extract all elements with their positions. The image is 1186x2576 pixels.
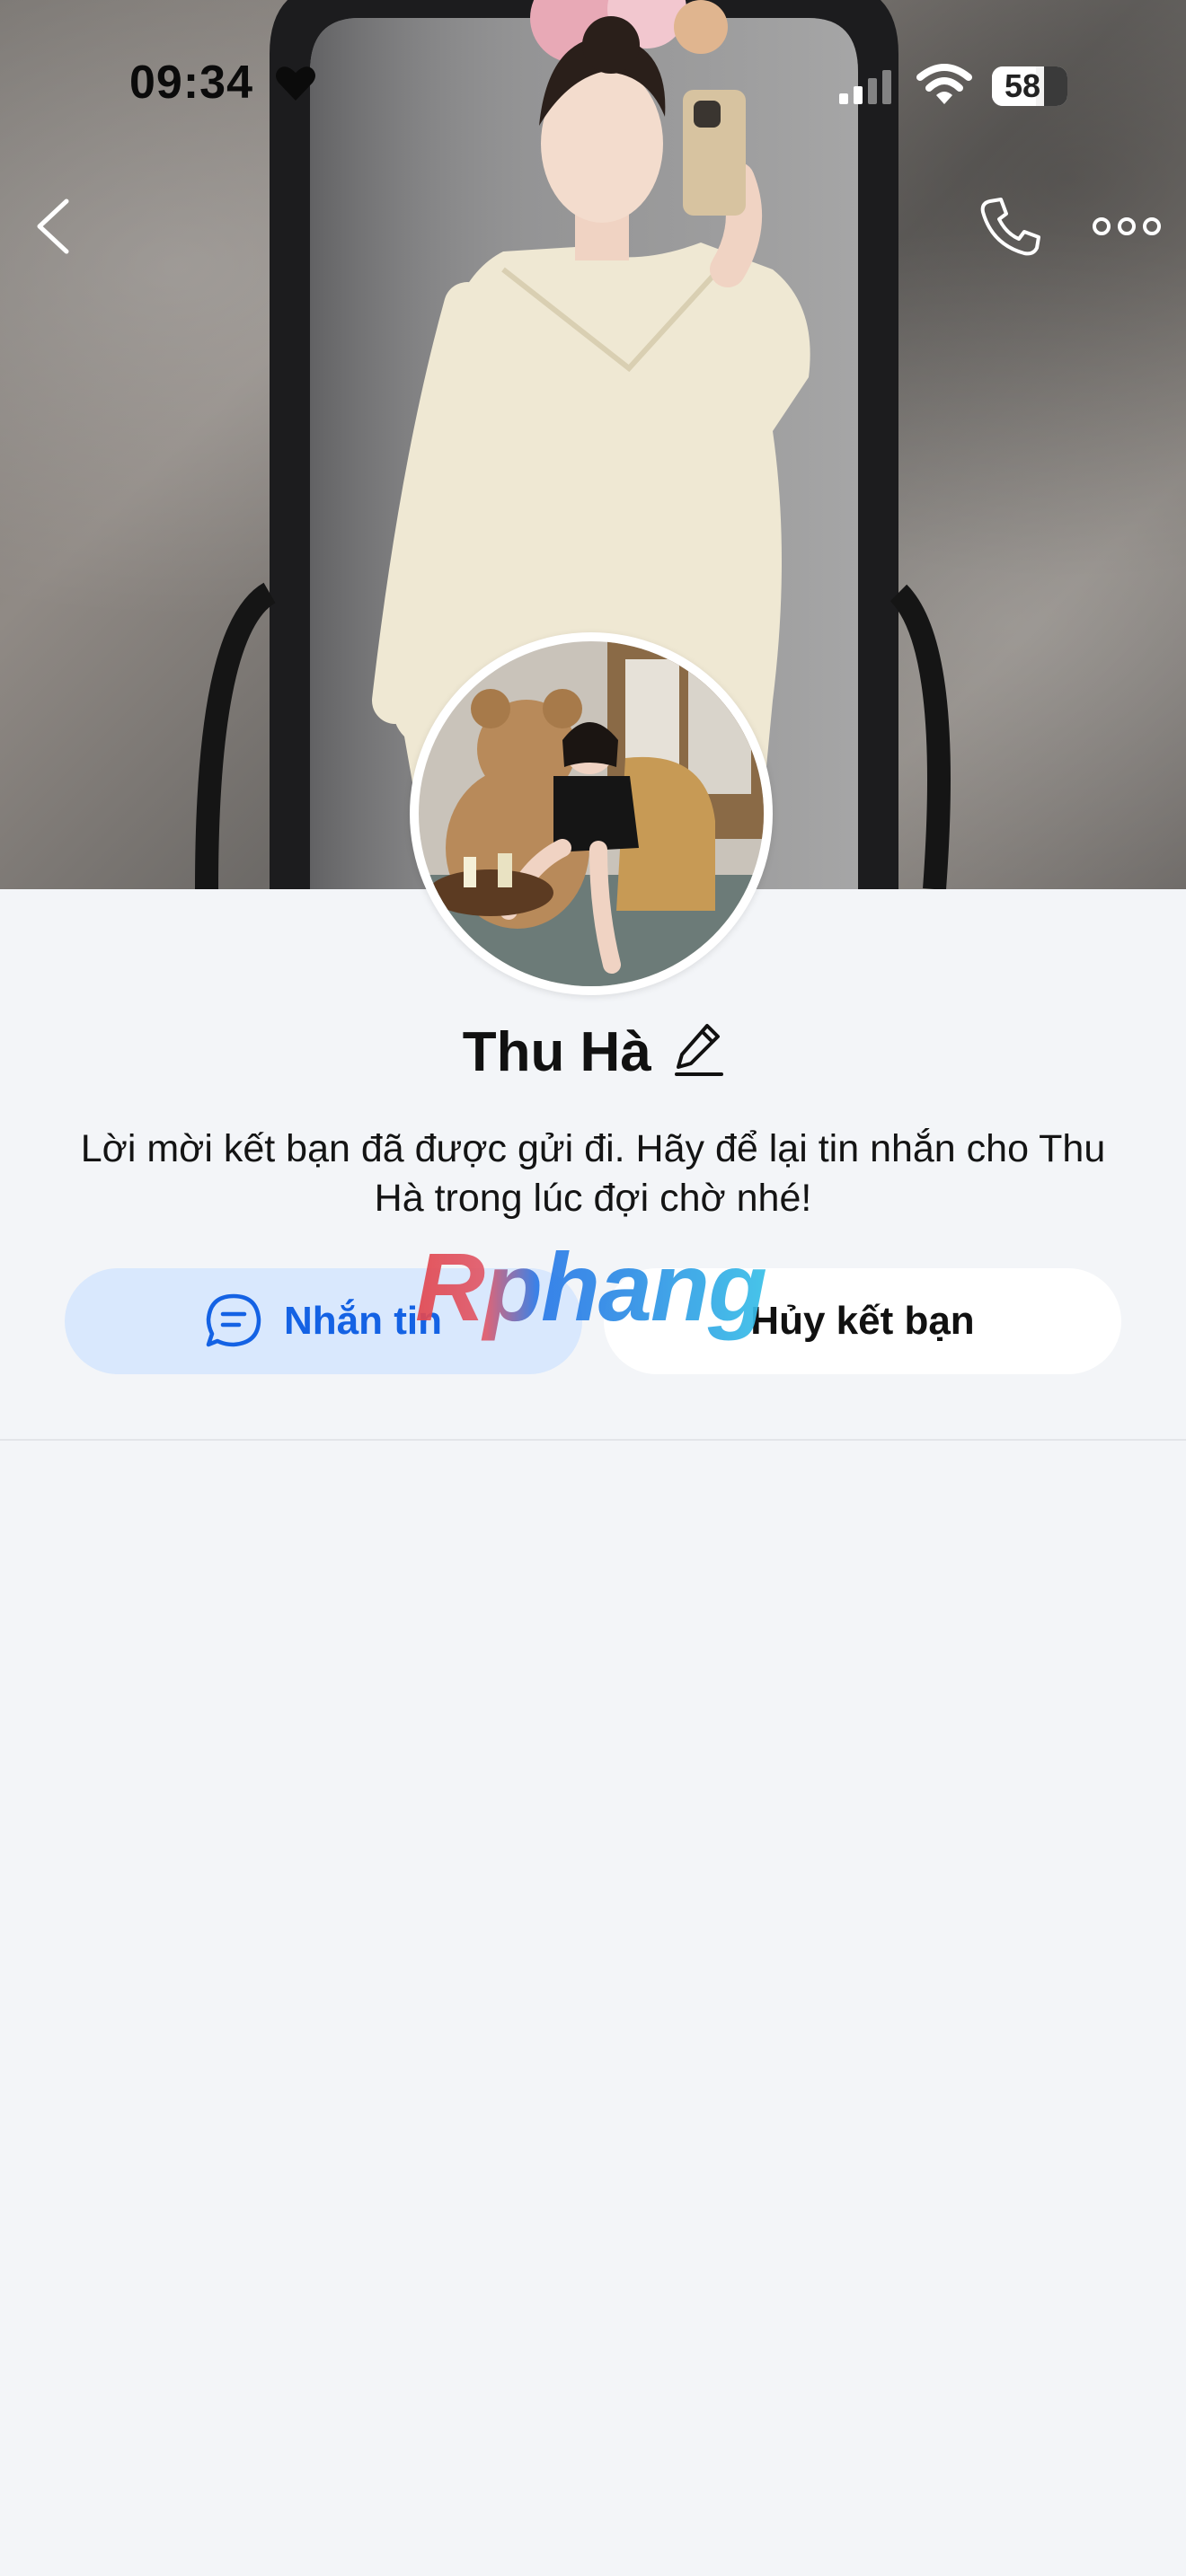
message-button[interactable]: Nhắn tin <box>65 1268 582 1374</box>
profile-name-row: Thu Hà <box>0 1020 1186 1092</box>
call-button[interactable] <box>978 194 1042 259</box>
back-button[interactable] <box>25 194 83 259</box>
unfriend-button-label: Hủy kết bạn <box>750 1299 975 1343</box>
unfriend-button[interactable]: Hủy kết bạn <box>604 1268 1121 1374</box>
more-options-button[interactable] <box>1091 199 1163 253</box>
status-time: 09:34 <box>129 57 253 109</box>
message-button-label: Nhắn tin <box>284 1299 442 1343</box>
phone-icon <box>980 198 1040 256</box>
avatar-photo <box>419 641 764 986</box>
battery-level-text: 58 <box>1005 67 1041 104</box>
cellular-signal-icon <box>839 70 891 104</box>
profile-name: Thu Hà <box>462 1021 651 1083</box>
more-horizontal-icon <box>1093 217 1161 235</box>
section-divider <box>0 1439 1186 1441</box>
avatar[interactable] <box>410 632 773 995</box>
heart-icon <box>276 66 315 101</box>
chevron-left-icon <box>37 198 69 254</box>
pencil-icon[interactable] <box>675 1022 724 1076</box>
battery-indicator: 58 <box>992 66 1067 106</box>
friend-request-message: Lời mời kết bạn đã được gửi đi. Hãy để l… <box>80 1127 1106 1220</box>
wifi-icon <box>916 64 972 104</box>
chat-bubble-icon <box>206 1293 261 1347</box>
status-bar: 09:34 58 <box>0 0 1186 171</box>
